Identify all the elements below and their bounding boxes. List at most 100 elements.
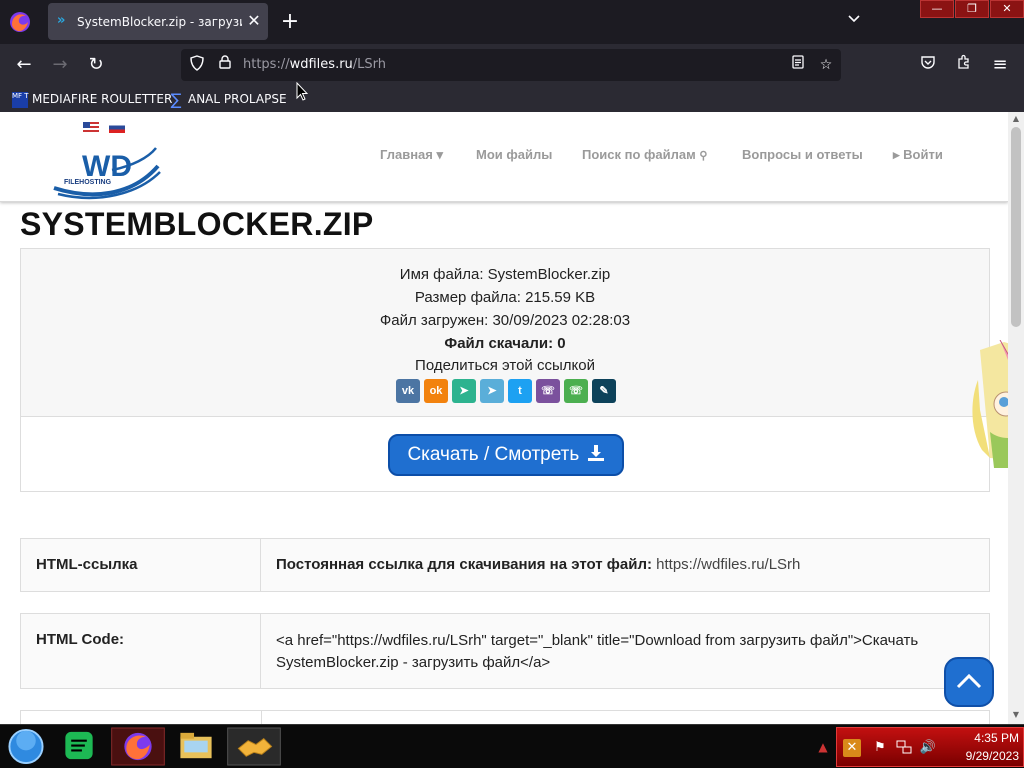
system-tray: ✕ ⚑ 🔊 4:35 PM 9/29/2023 [836, 727, 1024, 767]
file-downloads-value: 0 [557, 335, 566, 352]
english-flag-icon[interactable] [83, 122, 99, 133]
tab-list-chevron-icon[interactable] [844, 12, 864, 32]
clock-date[interactable]: 9/29/2023 [937, 748, 1019, 764]
browser-tab-bar: » SystemBlocker.zip - загрузить файл ✕ +… [0, 0, 1024, 44]
file-info-panel: Имя файла: SystemBlocker.zip Размер файл… [21, 249, 989, 417]
reload-button[interactable]: ↻ [84, 53, 108, 77]
action-center-flag-icon[interactable]: ⚑ [871, 739, 889, 757]
taskbar: ▲ ✕ ⚑ 🔊 4:35 PM 9/29/2023 [0, 724, 1024, 768]
forward-button[interactable]: → [48, 53, 72, 77]
handshake-app-taskbar-icon[interactable] [226, 727, 282, 766]
html-code-value[interactable]: <a href="https://wdfiles.ru/LSrh" target… [261, 614, 989, 688]
bookmark-anal-prolapse[interactable]: ∑ ANAL PROLAPSE [168, 90, 287, 108]
bookmark-star-icon[interactable]: ☆ [816, 55, 836, 75]
scroll-up-arrow-icon[interactable]: ▲ [1011, 114, 1021, 124]
close-window-button[interactable]: ✕ [990, 0, 1024, 18]
file-name-label: Имя файла: [399, 266, 484, 283]
share-label: Поделиться этой ссылкой [415, 357, 595, 374]
mouse-cursor-icon [296, 82, 308, 101]
extensions-icon[interactable] [952, 53, 976, 77]
file-downloads-line: Файл скачали: 0 [21, 334, 989, 354]
site-header: WD FILEHOSTING Главная ▾ Мои файлы Поиск… [0, 112, 1008, 202]
site-favicon-icon: » [57, 13, 66, 28]
nav-login[interactable]: ▸ Войти [893, 145, 943, 165]
file-name-value: SystemBlocker.zip [487, 266, 611, 283]
download-icon [587, 445, 604, 461]
livejournal-share-icon[interactable]: ✎ [592, 379, 616, 403]
html-link-prefix: Постоянная ссылка для скачивания на этот… [276, 556, 652, 573]
minimize-button[interactable]: — [920, 0, 954, 18]
new-tab-icon[interactable]: + [280, 10, 300, 34]
share-buttons: vk ok ➤ ➤ t ☏ ☏ ✎ [396, 379, 620, 403]
url-bar[interactable]: https://wdfiles.ru/LSrh ☆ [181, 49, 841, 81]
tab-close-icon[interactable]: ✕ [245, 11, 263, 31]
volume-icon[interactable]: 🔊 [919, 739, 937, 757]
reader-view-icon[interactable] [788, 55, 808, 75]
file-explorer-taskbar-icon[interactable] [170, 727, 222, 766]
nav-home[interactable]: Главная ▾ [380, 145, 443, 165]
svg-text:FILEHOSTING: FILEHOSTING [64, 179, 112, 186]
browser-nav-bar: ← → ↻ https://wdfiles.ru/LSrh ☆ ≡ [0, 44, 1024, 86]
spotify-taskbar-icon[interactable] [56, 727, 102, 766]
page-scrollbar[interactable]: ▲ ▼ [1008, 112, 1024, 724]
twitter-share-icon[interactable]: t [508, 379, 532, 403]
scroll-thumb[interactable] [1011, 127, 1021, 327]
bookmarks-toolbar: MF T MEDIAFIRE ROULETTER ∑ ANAL PROLAPSE [0, 86, 1024, 112]
firefox-menu-icon[interactable] [8, 10, 32, 34]
start-orb-icon[interactable] [4, 727, 48, 766]
sigma-icon: ∑ [170, 89, 182, 109]
file-downloads-label: Файл скачали: [444, 335, 554, 352]
tab-active[interactable]: » SystemBlocker.zip - загрузить файл ✕ [48, 3, 268, 40]
nav-file-search[interactable]: Поиск по файлам ⚲ [582, 145, 707, 165]
lock-icon[interactable] [215, 55, 235, 75]
whatsapp-share-icon[interactable]: ☏ [564, 379, 588, 403]
file-uploaded-value: 30/09/2023 02:28:03 [492, 312, 631, 329]
html-link-url[interactable]: https://wdfiles.ru/LSrh [656, 556, 800, 573]
telegram-share-icon[interactable]: ➤ [480, 379, 504, 403]
app-menu-icon[interactable]: ≡ [988, 53, 1012, 77]
tracking-shield-icon[interactable] [187, 55, 207, 75]
clock-time[interactable]: 4:35 PM [937, 730, 1019, 746]
mediafire-icon: MF T [12, 91, 29, 108]
restore-button[interactable]: ❐ [955, 0, 989, 18]
scroll-to-top-button[interactable] [944, 657, 994, 707]
file-uploaded-line: Файл загружен: 30/09/2023 02:28:03 [21, 311, 989, 331]
bookmark-label: ANAL PROLAPSE [188, 92, 287, 106]
url-text[interactable]: https://wdfiles.ru/LSrh [243, 56, 386, 74]
html-link-row: HTML-ссылка Постоянная ссылка для скачив… [20, 538, 990, 592]
bookmark-label: MEDIAFIRE ROULETTER [32, 92, 173, 106]
tray-app-icon[interactable]: ✕ [843, 739, 861, 757]
nav-my-files[interactable]: Мои файлы [476, 145, 552, 165]
pocket-icon[interactable] [916, 53, 940, 77]
russian-flag-icon[interactable] [109, 122, 125, 133]
vk-share-icon[interactable]: vk [396, 379, 420, 403]
html-link-value: Постоянная ссылка для скачивания на этот… [261, 539, 989, 591]
scroll-down-arrow-icon[interactable]: ▼ [1011, 710, 1021, 720]
file-info-box: Имя файла: SystemBlocker.zip Размер файл… [20, 248, 990, 492]
nav-faq[interactable]: Вопросы и ответы [742, 145, 863, 165]
next-row [20, 710, 990, 724]
bookmark-mediafire-rouletter[interactable]: MF T MEDIAFIRE ROULETTER [12, 90, 172, 108]
file-name-line: Имя файла: SystemBlocker.zip [21, 265, 989, 285]
wdfiles-logo[interactable]: WD FILEHOSTING [52, 136, 164, 202]
page-title: SYSTEMBLOCKER.ZIP [20, 206, 374, 242]
back-button[interactable]: ← [12, 53, 36, 77]
download-button[interactable]: Скачать / Смотреть [388, 434, 624, 476]
html-link-label: HTML-ссылка [21, 539, 261, 591]
html-code-row: HTML Code: <a href="https://wdfiles.ru/L… [20, 613, 990, 689]
search-icon: ⚲ [699, 150, 708, 162]
window-controls: — ❐ ✕ [920, 0, 1024, 18]
file-uploaded-label: Файл загружен: [379, 312, 489, 329]
viber-share-icon[interactable]: ☏ [536, 379, 560, 403]
file-size-value: 215.59 KB [525, 289, 596, 306]
file-size-line: Размер файла: 215.59 KB [21, 288, 989, 308]
page-viewport: WD FILEHOSTING Главная ▾ Мои файлы Поиск… [0, 112, 1024, 724]
moimir-share-icon[interactable]: ➤ [452, 379, 476, 403]
download-button-label: Скачать / Смотреть [407, 444, 580, 465]
nav-file-search-label: Поиск по файлам [582, 147, 696, 162]
chevron-up-icon [956, 673, 982, 689]
firefox-taskbar-icon[interactable] [110, 727, 166, 766]
odnoklassniki-share-icon[interactable]: ok [424, 379, 448, 403]
network-icon[interactable] [895, 739, 913, 757]
tray-arrow-icon[interactable]: ▲ [814, 738, 832, 756]
